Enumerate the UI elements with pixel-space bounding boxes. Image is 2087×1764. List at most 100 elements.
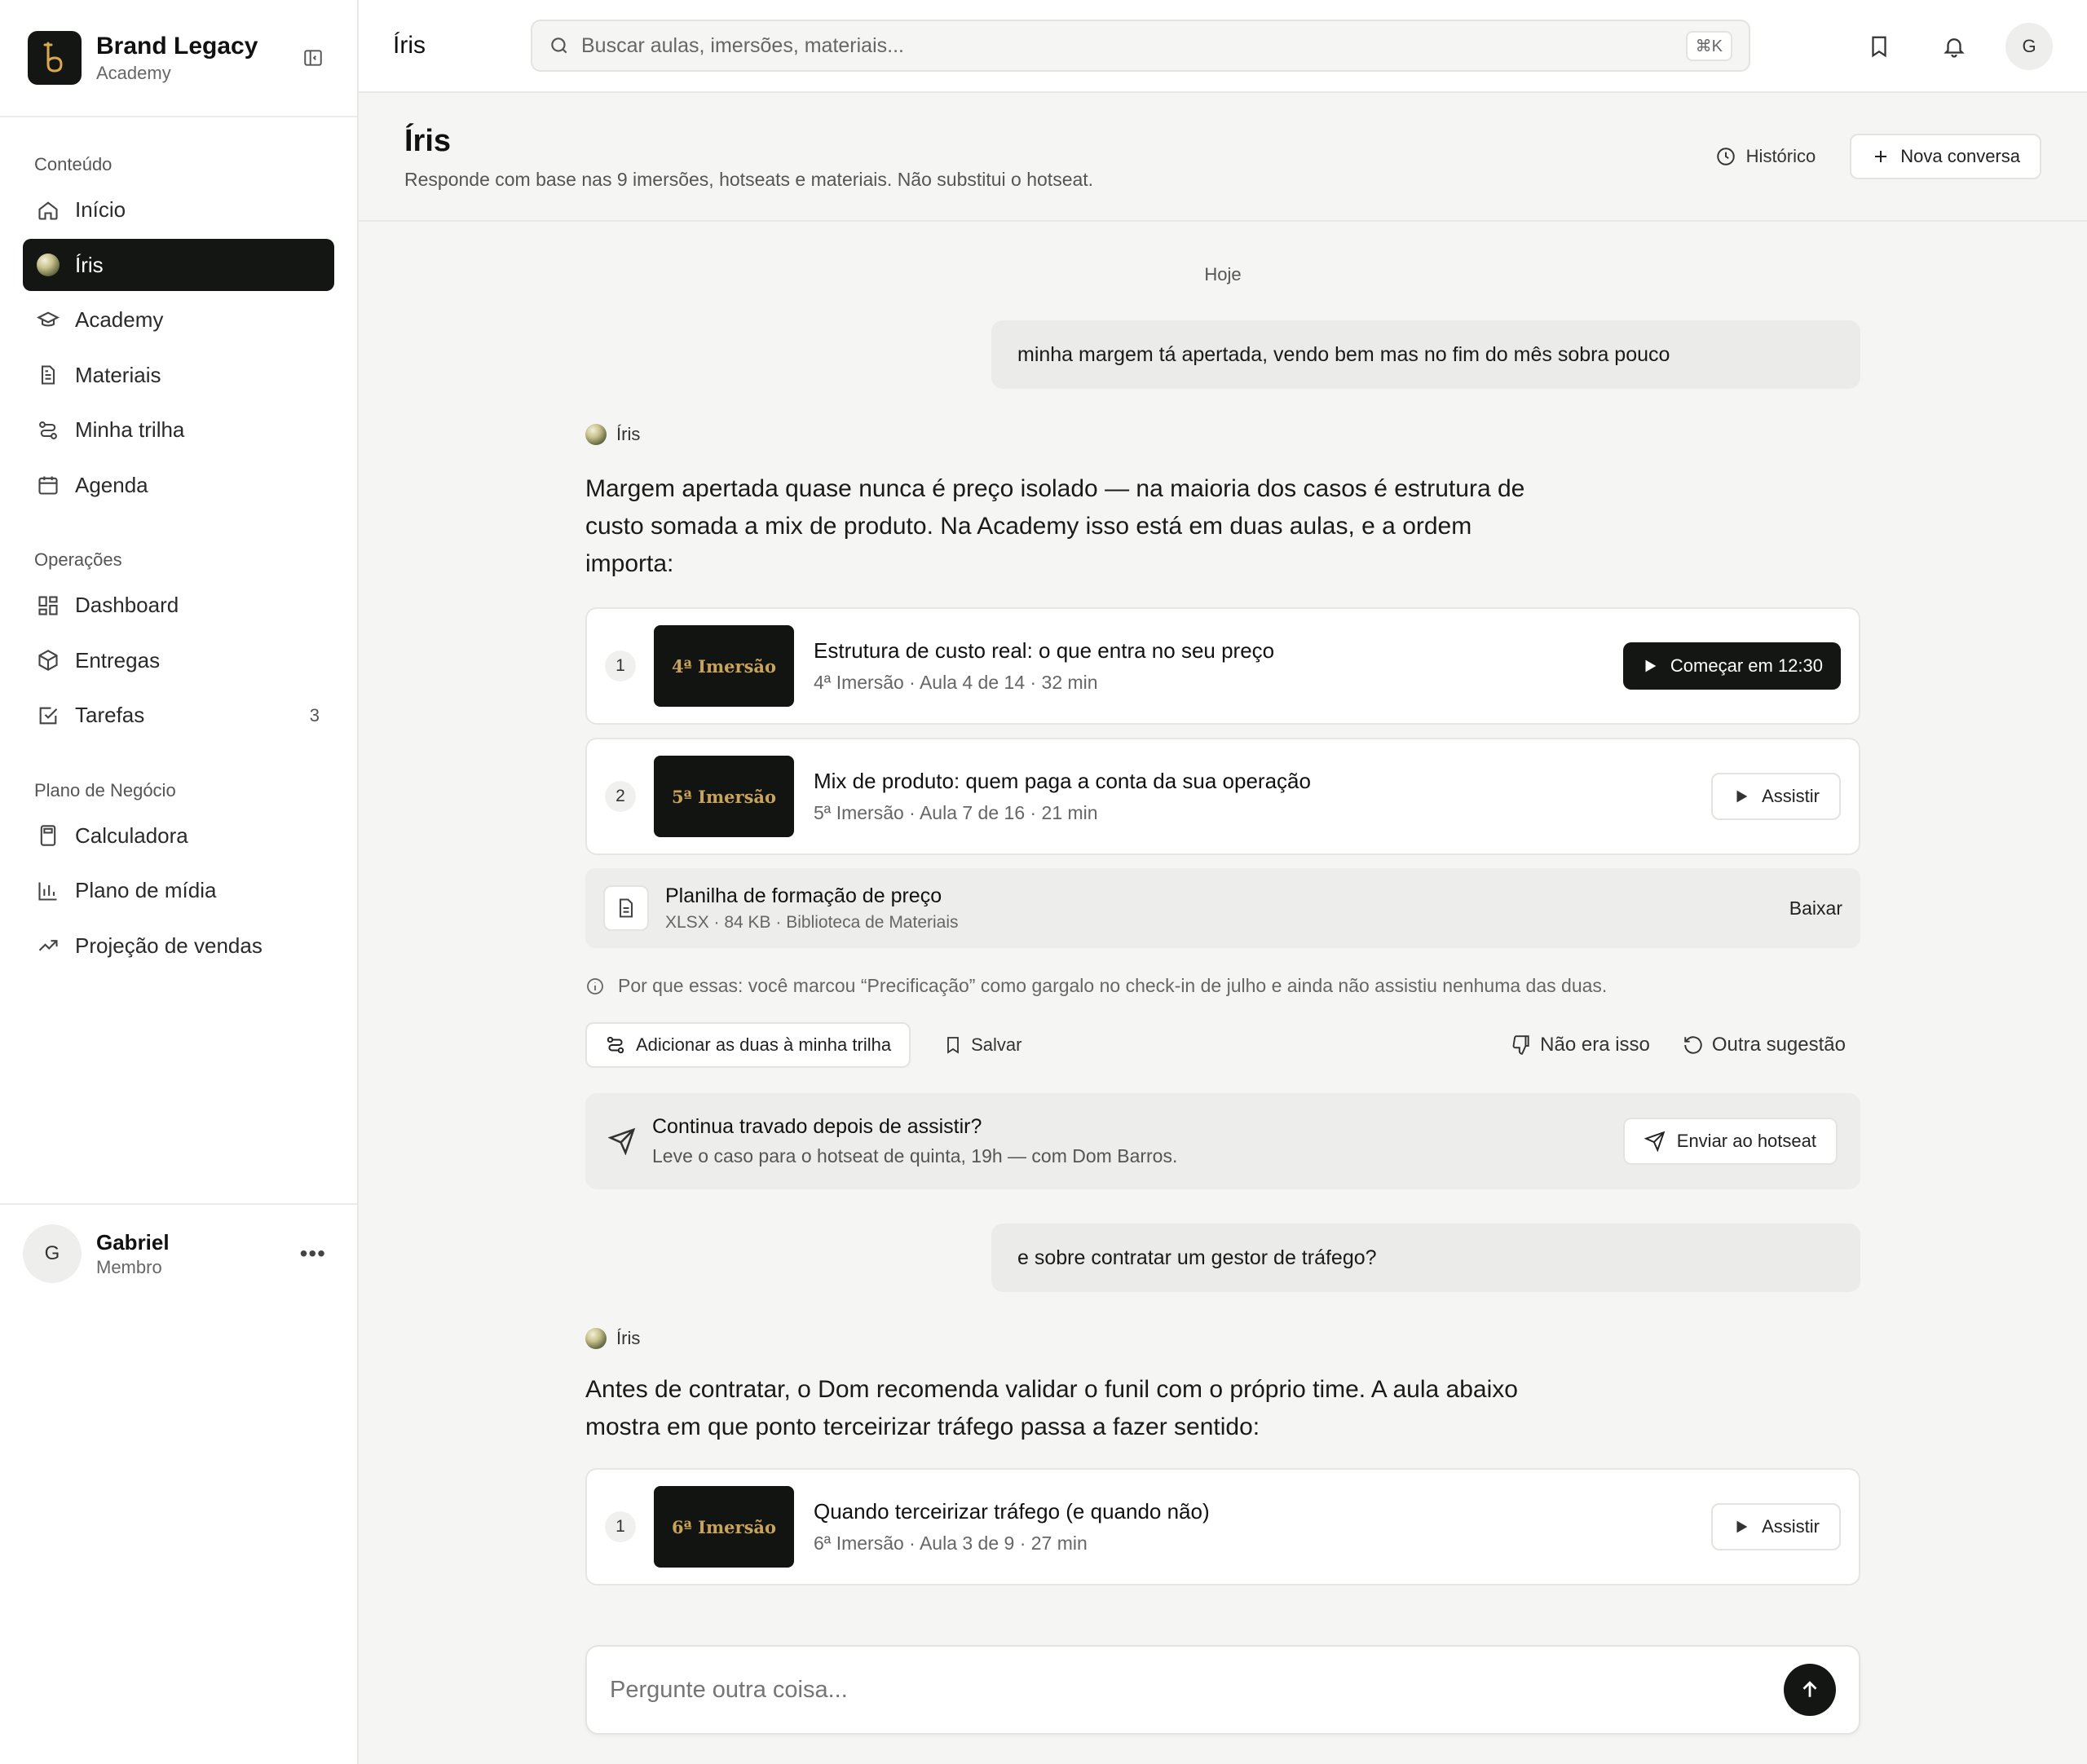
recommendation-reason-text: Por que essas: você marcou “Precificação… (618, 975, 1608, 996)
download-button[interactable]: Baixar (1789, 897, 1842, 919)
new-chat-button[interactable]: Nova conversa (1850, 134, 2041, 179)
avatar[interactable]: G (2005, 23, 2053, 70)
history-label: Histórico (1745, 146, 1816, 166)
feedback-actions: Adicionar as duas à minha trilha Salvar … (585, 1022, 1860, 1068)
brand-logo[interactable] (28, 31, 82, 85)
nav-section-title: Operações (34, 549, 122, 570)
play-icon (1736, 1520, 1748, 1533)
bookmark-icon[interactable] (1855, 23, 1903, 70)
recommendation-reason: Por que essas: você marcou “Precificação… (585, 975, 1607, 997)
chat-input[interactable] (610, 1676, 1784, 1704)
sidebar: Brand Legacy Academy Conteúdo Início Íri… (0, 0, 359, 1764)
lesson-thumbnail: 5ª Imersão (654, 756, 794, 837)
other-suggestion-button[interactable]: Outra sugestão (1683, 1034, 1846, 1056)
bell-icon[interactable] (1930, 23, 1978, 70)
sidebar-item-tarefas[interactable]: Tarefas 3 (23, 690, 334, 742)
sidebar-item-plano-de-midia[interactable]: Plano de mídia (23, 865, 334, 917)
lesson-number: 1 (605, 1511, 636, 1542)
main-area: Íris Buscar aulas, imersões, materiais..… (359, 0, 2087, 1764)
file-title: Planilha de formação de preço (665, 884, 942, 907)
lesson-card[interactable]: 1 6ª Imersão Quando terceirizar tráfego … (585, 1468, 1860, 1585)
file-meta: XLSX · 84 KB · Biblioteca de Materiais (665, 912, 959, 932)
lesson-title: Estrutura de custo real: o que entra no … (814, 638, 1275, 663)
sidebar-item-entregas[interactable]: Entregas (23, 634, 334, 686)
iris-orb-icon (585, 1328, 607, 1349)
bookmark-icon (947, 1037, 959, 1054)
start-lesson-label: Começar em 12:30 (1670, 655, 1823, 676)
assistant-name: Íris (616, 424, 641, 444)
watch-label: Assistir (1762, 786, 1820, 806)
sidebar-item-label: Agenda (75, 472, 148, 497)
user-message: e sobre contratar um gestor de tráfego? (991, 1224, 1860, 1292)
save-button[interactable]: Salvar (943, 1034, 1021, 1056)
user-name: Gabriel (96, 1229, 170, 1255)
dashboard-icon (36, 593, 60, 618)
assistant-tag: Íris (585, 424, 640, 445)
user-role: Membro (96, 1256, 162, 1277)
start-lesson-button[interactable]: Começar em 12:30 (1622, 642, 1841, 690)
nav-section-conteudo: Conteúdo Início Íris Academy Materiais M… (23, 148, 334, 511)
page-header: Íris Responde com base nas 9 imersões, h… (359, 93, 2087, 222)
graduation-cap-icon (36, 308, 60, 333)
save-label: Salvar (971, 1034, 1022, 1055)
lesson-thumbnail: 4ª Imersão (654, 625, 794, 707)
iris-orb-icon (36, 253, 60, 277)
lesson-card[interactable]: 2 5ª Imersão Mix de produto: quem paga a… (585, 738, 1860, 855)
user-card[interactable]: G Gabriel Membro ••• (0, 1203, 357, 1303)
sidebar-item-projecao[interactable]: Projeção de vendas (23, 919, 334, 972)
package-icon (36, 648, 60, 673)
chat-composer (585, 1645, 1860, 1735)
send-icon (608, 1127, 636, 1155)
lesson-card[interactable]: 1 4ª Imersão Estrutura de custo real: o … (585, 607, 1860, 725)
calculator-icon (36, 823, 60, 848)
topbar-title: Íris (393, 32, 426, 59)
nav-section-title: Plano de Negócio (34, 779, 176, 800)
collapse-sidebar-icon[interactable] (297, 42, 329, 74)
send-to-hotseat-label: Enviar ao hotseat (1676, 1131, 1816, 1151)
brand-subtitle: Academy (96, 63, 171, 83)
iris-orb-icon (585, 424, 607, 445)
nav-section-operacoes: Operações Dashboard Entregas Tarefas 3 (23, 544, 334, 742)
bar-chart-icon (36, 879, 60, 903)
brand-header: Brand Legacy Academy (0, 0, 357, 117)
sidebar-item-minha-trilha[interactable]: Minha trilha (23, 404, 334, 456)
day-separator: Hoje (1204, 264, 1242, 284)
sidebar-item-label: Íris (75, 252, 104, 277)
watch-button[interactable]: Assistir (1711, 773, 1841, 820)
lesson-meta: 4ª Imersão · Aula 4 de 14 · 32 min (814, 672, 1098, 693)
more-options-icon[interactable]: ••• (292, 1241, 334, 1267)
lesson-thumbnail: 6ª Imersão (654, 1486, 794, 1568)
send-to-hotseat-button[interactable]: Enviar ao hotseat (1622, 1118, 1838, 1165)
sidebar-item-iris[interactable]: Íris (23, 239, 334, 291)
sidebar-item-calculadora[interactable]: Calculadora (23, 809, 334, 862)
play-icon (1736, 790, 1748, 803)
watch-button[interactable]: Assistir (1711, 1503, 1841, 1550)
sidebar-item-agenda[interactable]: Agenda (23, 459, 334, 511)
sidebar-item-academy[interactable]: Academy (23, 294, 334, 346)
history-button[interactable]: Histórico (1701, 134, 1831, 179)
avatar: G (23, 1224, 82, 1283)
thumbs-down-icon (1512, 1035, 1529, 1055)
sidebar-item-inicio[interactable]: Início (23, 184, 334, 236)
user-message: minha margem tá apertada, vendo bem mas … (991, 320, 1860, 389)
watch-label: Assistir (1762, 1516, 1820, 1537)
plus-icon (1875, 151, 1887, 162)
sidebar-item-materiais[interactable]: Materiais (23, 349, 334, 401)
assistant-message: Antes de contratar, o Dom recomenda vali… (585, 1376, 1518, 1440)
lesson-meta: 6ª Imersão · Aula 3 de 9 · 27 min (814, 1532, 1088, 1554)
home-icon (36, 198, 60, 223)
material-file-row[interactable]: Planilha de formação de preço XLSX · 84 … (585, 868, 1860, 948)
keyboard-shortcut-badge: ⌘K (1685, 30, 1732, 61)
sidebar-item-dashboard[interactable]: Dashboard (23, 580, 334, 632)
send-icon (1644, 1131, 1666, 1152)
not-it-button[interactable]: Não era isso (1511, 1034, 1650, 1056)
hotseat-title: Continua travado depois de assistir? (652, 1115, 982, 1138)
file-icon (603, 885, 649, 931)
route-icon (36, 418, 60, 443)
brand-title: Brand Legacy (96, 33, 258, 60)
not-it-label: Não era isso (1540, 1034, 1650, 1056)
add-to-trail-button[interactable]: Adicionar as duas à minha trilha (585, 1022, 911, 1068)
assistant-tag: Íris (585, 1328, 640, 1349)
send-message-button[interactable] (1784, 1664, 1836, 1716)
search-input[interactable]: Buscar aulas, imersões, materiais... ⌘K (531, 20, 1750, 72)
